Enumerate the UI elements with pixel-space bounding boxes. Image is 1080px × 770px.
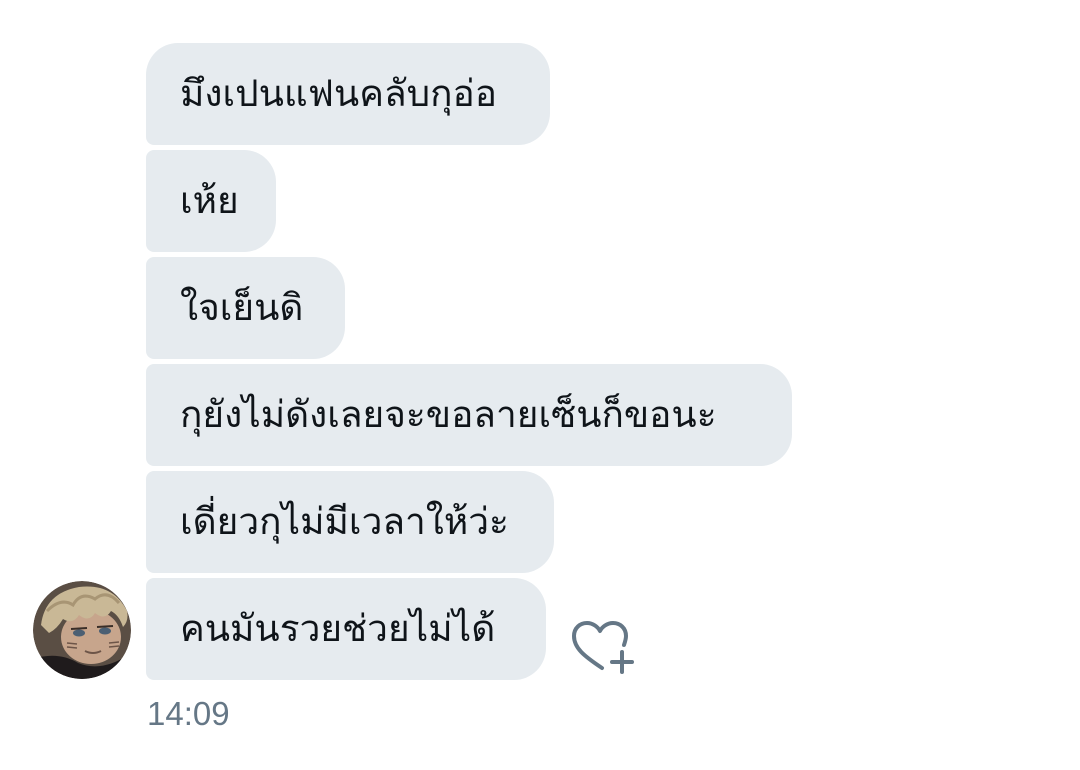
user-avatar-icon [33,581,131,679]
message-bubble[interactable]: เห้ย [146,150,276,252]
message-bubble[interactable]: เดี่ยวกุไม่มีเวลาให้ว่ะ [146,471,554,573]
message-bubble[interactable]: มึงเปนแฟนคลับกุอ่อ [146,43,550,145]
sender-avatar[interactable] [33,581,131,679]
heart-plus-icon [572,621,634,674]
add-reaction-button[interactable] [568,618,638,676]
message-bubble[interactable]: คนมันรวยช่วยไม่ได้ [146,578,546,680]
message-timestamp: 14:09 [147,695,230,732]
message-bubble[interactable]: กุยังไม่ดังเลยจะขอลายเซ็นก็ขอนะ [146,364,792,466]
message-bubble[interactable]: ใจเย็นดิ [146,257,345,359]
